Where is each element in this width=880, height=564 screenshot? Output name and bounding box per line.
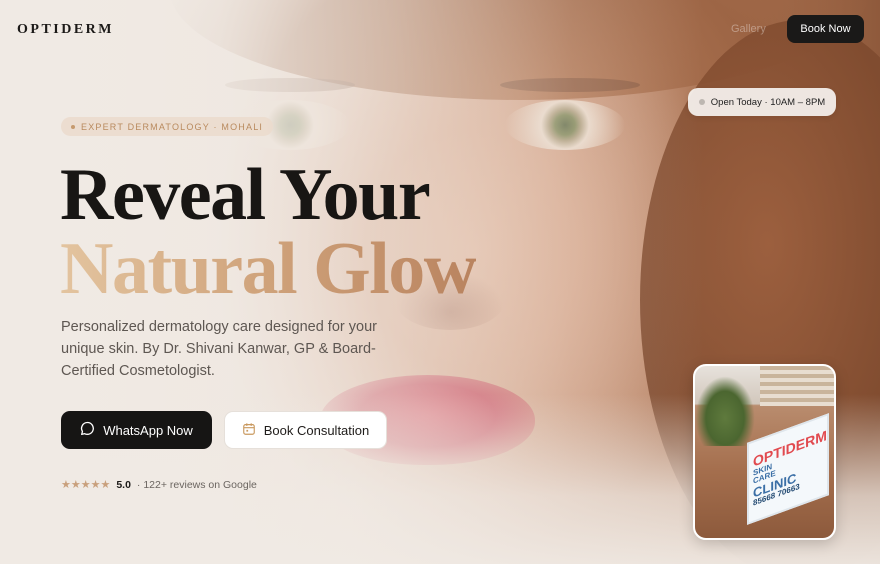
hero-tag-text: EXPERT DERMATOLOGY · MOHALI [81, 121, 264, 132]
nav-link-gallery[interactable]: Gallery [731, 23, 766, 35]
headline-line-1: Reveal Your [60, 154, 431, 236]
tag-dot-icon [71, 124, 75, 129]
calendar-icon [242, 422, 256, 439]
open-status-badge: Open Today · 10AM – 8PM [688, 88, 836, 116]
headline-line-2: Natural Glow [60, 228, 477, 310]
clinic-signboard: OPTIDERM SKIN CARE CLINIC 85668 70663 [747, 413, 829, 525]
book-consultation-label: Book Consultation [263, 422, 370, 438]
clinic-photo-card: OPTIDERM SKIN CARE CLINIC 85668 70663 [693, 364, 836, 540]
book-now-button[interactable]: Book Now [787, 15, 864, 43]
whatsapp-button[interactable]: WhatsApp Now [61, 411, 212, 449]
hero-tag: EXPERT DERMATOLOGY · MOHALI [61, 117, 274, 136]
book-consultation-button[interactable]: Book Consultation [224, 411, 387, 449]
star-icon: ★★★★★ [61, 479, 111, 491]
rating-reviews: · 122+ reviews on Google [136, 478, 257, 491]
hero-subtext: Personalized dermatology care designed f… [61, 319, 377, 379]
brand-logo[interactable]: OPTIDERM [17, 22, 114, 38]
building-slats [760, 366, 834, 406]
open-status-text: Open Today · 10AM – 8PM [710, 96, 826, 108]
whatsapp-icon [80, 421, 95, 439]
google-rating: ★★★★★ 5.0 · 122+ reviews on Google [61, 478, 257, 492]
palm-tree [695, 376, 755, 446]
status-dot-icon [698, 99, 705, 105]
rating-score: 5.0 [116, 478, 131, 491]
whatsapp-button-label: WhatsApp Now [103, 422, 193, 438]
